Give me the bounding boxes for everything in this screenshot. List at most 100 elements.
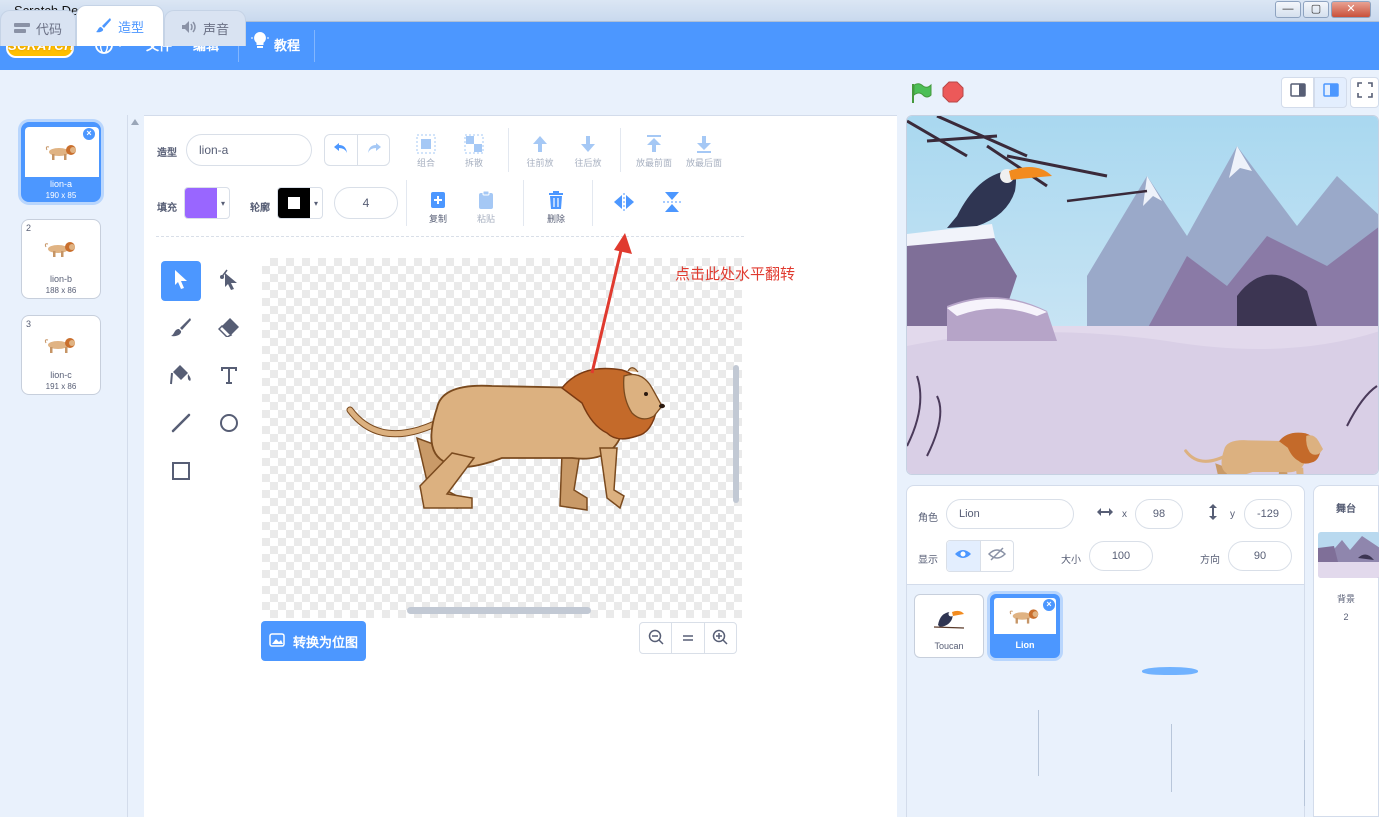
green-flag-button[interactable]: [910, 82, 932, 109]
y-input[interactable]: -129: [1244, 499, 1292, 529]
normal-stage-button[interactable]: [1314, 77, 1347, 108]
fill-color-swatch: [185, 188, 217, 218]
costume-item-lion-a[interactable]: 1 × lion-a 190 x 85: [21, 122, 101, 202]
chevron-down-icon: ▾: [313, 198, 318, 208]
toolbar-divider: [523, 180, 524, 226]
zoom-out-button[interactable]: [640, 623, 671, 653]
y-label: y: [1230, 509, 1235, 520]
reshape-tool[interactable]: [209, 261, 249, 301]
costume-list-scrollbar[interactable]: [128, 115, 144, 817]
group-button[interactable]: 组合: [404, 132, 448, 169]
zoom-out-icon: [648, 629, 664, 648]
toolbar-divider: [620, 128, 621, 172]
brush-tool[interactable]: [161, 309, 201, 349]
divider: [1038, 710, 1039, 776]
text-tool[interactable]: [209, 357, 249, 397]
minimize-button[interactable]: —: [1275, 1, 1301, 18]
eraser-tool[interactable]: [209, 309, 249, 349]
canvas-horizontal-scrollbar[interactable]: [407, 607, 591, 614]
show-sprite-button[interactable]: [947, 541, 980, 571]
add-sprite-button-peek[interactable]: [1142, 667, 1198, 675]
close-window-button[interactable]: ✕: [1331, 1, 1371, 18]
flip-vertical-button[interactable]: [650, 190, 694, 214]
undo-button[interactable]: [325, 135, 357, 165]
stop-button[interactable]: [942, 81, 964, 108]
paste-button[interactable]: 粘贴: [464, 188, 508, 225]
tab-sounds[interactable]: 声音: [164, 10, 246, 46]
bring-to-front-button[interactable]: 放最前面: [630, 132, 678, 169]
flip-vertical-icon: [650, 190, 694, 214]
line-tool[interactable]: [161, 405, 201, 445]
scroll-up-arrow-icon[interactable]: [131, 119, 139, 125]
delete-button[interactable]: 删除: [534, 188, 578, 225]
fullscreen-button[interactable]: [1350, 77, 1379, 108]
sprite-tile-lion[interactable]: × Lion: [990, 594, 1060, 658]
line-icon: [171, 413, 191, 438]
tab-code[interactable]: 代码: [0, 10, 76, 46]
stage-scene: [907, 116, 1378, 474]
text-t-icon: [219, 365, 239, 390]
forward-button[interactable]: 往前放: [518, 132, 562, 169]
stop-sign-icon: [942, 81, 964, 107]
send-to-back-icon: [680, 132, 728, 156]
flip-horizontal-button[interactable]: [602, 190, 646, 214]
sprite-name: Lion: [1015, 640, 1035, 650]
zoom-in-icon: [712, 629, 728, 648]
backward-button[interactable]: 往后放: [566, 132, 610, 169]
fill-color-picker[interactable]: ▾: [184, 187, 230, 219]
send-to-back-button[interactable]: 放最后面: [680, 132, 728, 169]
ungroup-label: 拆散: [464, 158, 483, 168]
convert-to-bitmap-button[interactable]: 转换为位图: [261, 621, 366, 661]
bring-to-front-icon: [630, 132, 678, 156]
eraser-icon: [217, 317, 240, 342]
x-label: x: [1122, 509, 1127, 520]
canvas-vertical-scrollbar[interactable]: [733, 365, 739, 503]
costume-name-label: 造型: [157, 148, 177, 159]
stage-header: 舞台: [1336, 504, 1356, 515]
small-stage-button[interactable]: [1281, 77, 1314, 108]
copy-label: 复制: [428, 214, 447, 224]
divider: [1171, 724, 1172, 792]
delete-costume-icon[interactable]: ×: [82, 127, 96, 141]
delete-sprite-icon[interactable]: ×: [1042, 598, 1056, 612]
circle-tool[interactable]: [209, 405, 249, 445]
ungroup-button[interactable]: 拆散: [452, 132, 496, 169]
stage-selector-panel[interactable]: 舞台 背景 2: [1313, 485, 1379, 817]
tutorials-menu[interactable]: 教程: [251, 22, 300, 70]
stage-canvas[interactable]: [906, 115, 1379, 475]
annotation-text: 点击此处水平翻转: [675, 266, 796, 283]
costume-item-lion-b[interactable]: 2 lion-b 188 x 86: [21, 219, 101, 299]
eye-slash-icon: [987, 546, 1006, 566]
hide-sprite-button[interactable]: [979, 541, 1014, 571]
outline-width-input[interactable]: 4: [334, 187, 398, 219]
redo-button[interactable]: [357, 135, 389, 165]
zoom-reset-button[interactable]: [671, 623, 703, 653]
outline-color-picker[interactable]: ▾: [277, 187, 323, 219]
costume-thumbnail: [25, 324, 97, 366]
sprite-name-input[interactable]: Lion: [946, 499, 1074, 529]
circle-icon: [219, 413, 239, 438]
toolbar-divider: [508, 128, 509, 172]
sprite-tile-toucan[interactable]: Toucan: [914, 594, 984, 658]
paint-canvas[interactable]: [262, 258, 742, 618]
brush-icon: [95, 17, 112, 36]
direction-input[interactable]: 90: [1228, 541, 1292, 571]
reshape-icon: [219, 268, 239, 295]
divider: [1304, 740, 1305, 806]
maximize-button[interactable]: ▢: [1303, 1, 1329, 18]
x-input[interactable]: 98: [1135, 499, 1183, 529]
costume-item-lion-c[interactable]: 3 lion-c 191 x 86: [21, 315, 101, 395]
copy-icon: [416, 188, 460, 212]
tab-costumes[interactable]: 造型: [76, 5, 164, 46]
tab-code-label: 代码: [35, 22, 62, 37]
group-icon: [404, 132, 448, 156]
costume-name-input[interactable]: lion-a: [186, 134, 312, 166]
outline-color-swatch: [278, 188, 310, 218]
select-tool[interactable]: [161, 261, 201, 301]
size-input[interactable]: 100: [1089, 541, 1153, 571]
zoom-in-button[interactable]: [703, 623, 736, 653]
delete-label: 删除: [546, 214, 565, 224]
rectangle-tool[interactable]: [161, 453, 201, 493]
copy-button[interactable]: 复制: [416, 188, 460, 225]
fill-tool[interactable]: [161, 357, 201, 397]
